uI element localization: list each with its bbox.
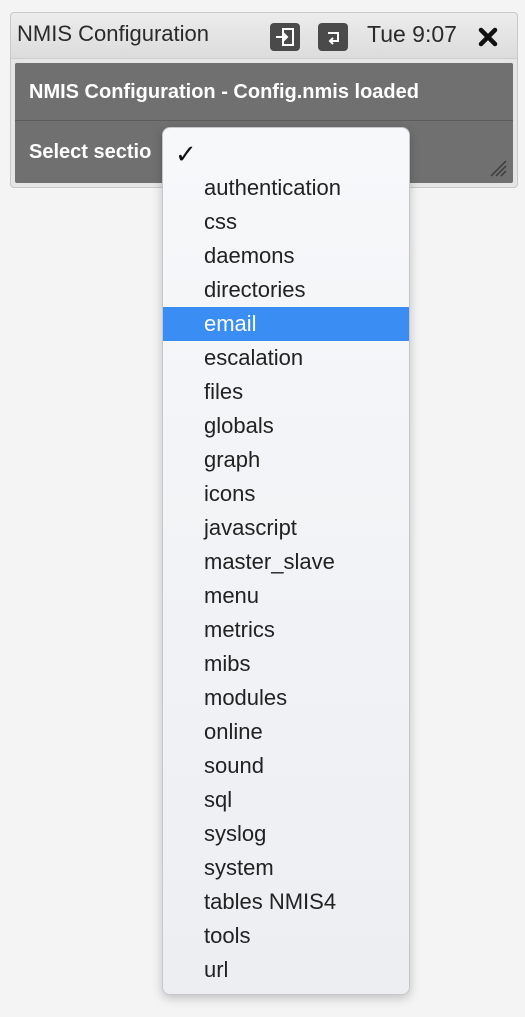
panel-header-row: NMIS Configuration - Config.nmis loaded bbox=[15, 63, 513, 121]
dropdown-blank-option[interactable]: ✓ bbox=[163, 138, 409, 170]
dropdown-option-escalation[interactable]: escalation bbox=[163, 341, 409, 375]
close-icon[interactable] bbox=[477, 26, 499, 48]
window-titlebar[interactable]: NMIS Configuration Tue 9:07 bbox=[11, 13, 517, 59]
dropdown-option-url[interactable]: url bbox=[163, 953, 409, 987]
dropdown-option-email[interactable]: email bbox=[163, 307, 409, 341]
dropdown-option-menu[interactable]: menu bbox=[163, 579, 409, 613]
dropdown-option-modules[interactable]: modules bbox=[163, 681, 409, 715]
dropdown-option-css[interactable]: css bbox=[163, 205, 409, 239]
dropdown-option-tables-nmis4[interactable]: tables NMIS4 bbox=[163, 885, 409, 919]
section-dropdown-menu[interactable]: ✓ authentication css daemons directories ema… bbox=[162, 127, 410, 995]
dropdown-option-online[interactable]: online bbox=[163, 715, 409, 749]
dropdown-option-list: authentication css daemons directories email… bbox=[163, 171, 409, 987]
export-icon bbox=[276, 28, 294, 46]
resize-grip-icon[interactable] bbox=[487, 157, 507, 177]
panel-header-text: NMIS Configuration - Config.nmis loaded bbox=[29, 81, 419, 103]
dropdown-option-javascript[interactable]: javascript bbox=[163, 511, 409, 545]
clock-text: Tue 9:07 bbox=[367, 21, 457, 47]
dropdown-option-sql[interactable]: sql bbox=[163, 783, 409, 817]
dropdown-option-icons[interactable]: icons bbox=[163, 477, 409, 511]
dropdown-option-metrics[interactable]: metrics bbox=[163, 613, 409, 647]
refresh-button[interactable] bbox=[318, 23, 348, 51]
dropdown-option-master-slave[interactable]: master_slave bbox=[163, 545, 409, 579]
dropdown-option-directories[interactable]: directories bbox=[163, 273, 409, 307]
dropdown-option-globals[interactable]: globals bbox=[163, 409, 409, 443]
dropdown-option-daemons[interactable]: daemons bbox=[163, 239, 409, 273]
window-title: NMIS Configuration bbox=[17, 21, 209, 46]
dropdown-option-syslog[interactable]: syslog bbox=[163, 817, 409, 851]
select-section-label: Select sectio bbox=[29, 141, 152, 163]
dropdown-option-tools[interactable]: tools bbox=[163, 919, 409, 953]
export-button[interactable] bbox=[270, 23, 300, 51]
dropdown-option-system[interactable]: system bbox=[163, 851, 409, 885]
checkmark-icon: ✓ bbox=[175, 139, 197, 169]
dropdown-option-sound[interactable]: sound bbox=[163, 749, 409, 783]
dropdown-option-authentication[interactable]: authentication bbox=[163, 171, 409, 205]
dropdown-option-files[interactable]: files bbox=[163, 375, 409, 409]
dropdown-option-mibs[interactable]: mibs bbox=[163, 647, 409, 681]
refresh-icon bbox=[328, 32, 339, 45]
dropdown-option-graph[interactable]: graph bbox=[163, 443, 409, 477]
